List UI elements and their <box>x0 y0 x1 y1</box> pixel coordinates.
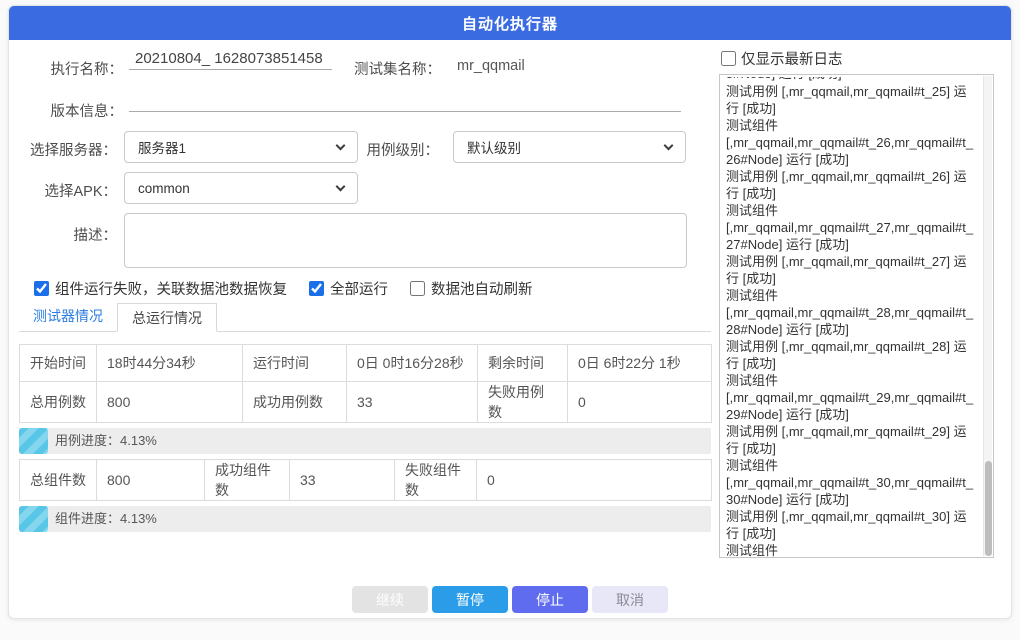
component-progress-label: 组件进度：4.13% <box>55 506 157 532</box>
option-label: 全部运行 <box>330 278 388 299</box>
table-row: 开始时间 18时44分34秒 运行时间 0日 0时16分28秒 剩余时间 0日 … <box>20 345 712 382</box>
component-progress-bar: 组件进度：4.13% <box>19 506 711 532</box>
failed-cases-value: 0 <box>568 382 712 423</box>
datapool-recover-checkbox[interactable] <box>34 281 49 296</box>
failed-components-label: 失败组件数 <box>395 460 477 501</box>
tab-tester-status[interactable]: 测试器情况 <box>19 302 117 331</box>
success-components-label: 成功组件数 <box>205 460 290 501</box>
option-datapool-autorefresh[interactable]: 数据池自动刷新 <box>410 278 533 299</box>
log-entry: 测试用例 [,mr_qqmail,mr_qqmail#t_26] 运行 [成功] <box>726 168 977 202</box>
pause-button[interactable]: 暂停 <box>432 586 508 613</box>
option-run-all[interactable]: 全部运行 <box>309 278 388 299</box>
log-entry: 测试用例 [,mr_qqmail,mr_qqmail#t_28] 运行 [成功] <box>726 338 977 372</box>
datapool-autorefresh-checkbox[interactable] <box>410 281 425 296</box>
testset-value: mr_qqmail <box>457 58 525 74</box>
apk-select-value: common <box>138 181 190 196</box>
latest-log-filter[interactable]: 仅显示最新日志 <box>721 48 843 69</box>
time-case-table: 开始时间 18时44分34秒 运行时间 0日 0时16分28秒 剩余时间 0日 … <box>19 344 712 423</box>
total-components-label: 总组件数 <box>20 460 97 501</box>
total-cases-label: 总用例数 <box>20 382 97 423</box>
run-statistics: 开始时间 18时44分34秒 运行时间 0日 0时16分28秒 剩余时间 0日 … <box>19 344 711 537</box>
log-panel[interactable]: 5#Node] 运行 [成功] 测试用例 [,mr_qqmail,mr_qqma… <box>719 74 994 558</box>
log-entry: 测试组件 <box>726 542 977 558</box>
dialog-title: 自动化执行器 <box>9 6 1011 40</box>
case-level-label: 用例级别： <box>329 139 439 160</box>
option-datapool-recover[interactable]: 组件运行失败，关联数据池数据恢复 <box>34 278 287 299</box>
automation-executor-dialog: 自动化执行器 执行名称： 测试集名称： mr_qqmail 版本信息： 选择服务… <box>8 5 1012 619</box>
latest-log-label: 仅显示最新日志 <box>741 48 843 69</box>
failed-components-value: 0 <box>477 460 712 501</box>
option-label: 组件运行失败，关联数据池数据恢复 <box>55 278 287 299</box>
latest-log-checkbox[interactable] <box>721 51 736 66</box>
start-time-label: 开始时间 <box>20 345 97 382</box>
version-input[interactable] <box>129 92 681 112</box>
table-row: 总用例数 800 成功用例数 33 失败用例数 0 <box>20 382 712 423</box>
log-entry: 测试组件 [,mr_qqmail,mr_qqmail#t_28,mr_qqmai… <box>726 287 977 338</box>
log-entry: 测试用例 [,mr_qqmail,mr_qqmail#t_30] 运行 [成功] <box>726 508 977 542</box>
chevron-down-icon <box>336 182 346 192</box>
case-progress-label: 用例进度：4.13% <box>55 428 157 454</box>
apk-select[interactable]: common <box>124 172 358 204</box>
tab-overall-run-status[interactable]: 总运行情况 <box>117 303 217 332</box>
log-scrollbar[interactable] <box>983 76 992 556</box>
log-entries: 测试用例 [,mr_qqmail,mr_qqmail#t_25] 运行 [成功]… <box>726 83 977 558</box>
remaining-time-value: 0日 6时22分 1秒 <box>568 345 712 382</box>
success-components-value: 33 <box>290 460 395 501</box>
run-time-label: 运行时间 <box>243 345 347 382</box>
failed-cases-label: 失败用例数 <box>478 382 568 423</box>
component-table: 总组件数 800 成功组件数 33 失败组件数 0 <box>19 459 712 501</box>
option-label: 数据池自动刷新 <box>431 278 533 299</box>
exec-name-label: 执行名称： <box>9 58 123 79</box>
server-select-value: 服务器1 <box>138 137 186 157</box>
log-entry: 测试组件 [,mr_qqmail,mr_qqmail#t_29,mr_qqmai… <box>726 372 977 423</box>
description-label: 描述： <box>9 224 117 245</box>
total-cases-value: 800 <box>97 382 243 423</box>
stop-button[interactable]: 停止 <box>512 586 588 613</box>
server-select-label: 选择服务器： <box>9 139 117 160</box>
cancel-button[interactable]: 取消 <box>592 586 668 613</box>
status-tabs: 测试器情况 总运行情况 <box>19 302 711 332</box>
exec-name-input[interactable] <box>129 50 332 70</box>
case-progress-fill <box>19 428 48 454</box>
start-time-value: 18时44分34秒 <box>97 345 243 382</box>
case-level-select[interactable]: 默认级别 <box>453 131 686 163</box>
component-progress-fill <box>19 506 48 532</box>
log-scrollbar-thumb[interactable] <box>985 461 992 556</box>
log-entry: 测试用例 [,mr_qqmail,mr_qqmail#t_29] 运行 [成功] <box>726 423 977 457</box>
apk-select-label: 选择APK： <box>9 180 117 201</box>
remaining-time-label: 剩余时间 <box>478 345 568 382</box>
log-entry: 测试组件 [,mr_qqmail,mr_qqmail#t_27,mr_qqmai… <box>726 202 977 253</box>
case-level-select-value: 默认级别 <box>467 137 521 157</box>
total-components-value: 800 <box>97 460 205 501</box>
action-buttons: 继续 暂停 停止 取消 <box>9 586 1011 613</box>
run-time-value: 0日 0时16分28秒 <box>347 345 478 382</box>
log-entry: 测试用例 [,mr_qqmail,mr_qqmail#t_25] 运行 [成功] <box>726 83 977 117</box>
table-row: 总组件数 800 成功组件数 33 失败组件数 0 <box>20 460 712 501</box>
log-entry: 测试用例 [,mr_qqmail,mr_qqmail#t_27] 运行 [成功] <box>726 253 977 287</box>
success-cases-value: 33 <box>347 382 478 423</box>
run-all-checkbox[interactable] <box>309 281 324 296</box>
server-select[interactable]: 服务器1 <box>124 131 358 163</box>
log-entry: 测试组件 [,mr_qqmail,mr_qqmail#t_26,mr_qqmai… <box>726 117 977 168</box>
description-textarea[interactable] <box>124 213 687 268</box>
success-cases-label: 成功用例数 <box>243 382 347 423</box>
continue-button[interactable]: 继续 <box>352 586 428 613</box>
log-entry: 测试组件 [,mr_qqmail,mr_qqmail#t_30,mr_qqmai… <box>726 457 977 508</box>
chevron-down-icon <box>664 141 674 151</box>
run-options: 组件运行失败，关联数据池数据恢复 全部运行 数据池自动刷新 <box>34 278 533 299</box>
testset-label: 测试集名称： <box>354 58 450 79</box>
version-label: 版本信息： <box>9 100 123 121</box>
case-progress-bar: 用例进度：4.13% <box>19 428 711 454</box>
